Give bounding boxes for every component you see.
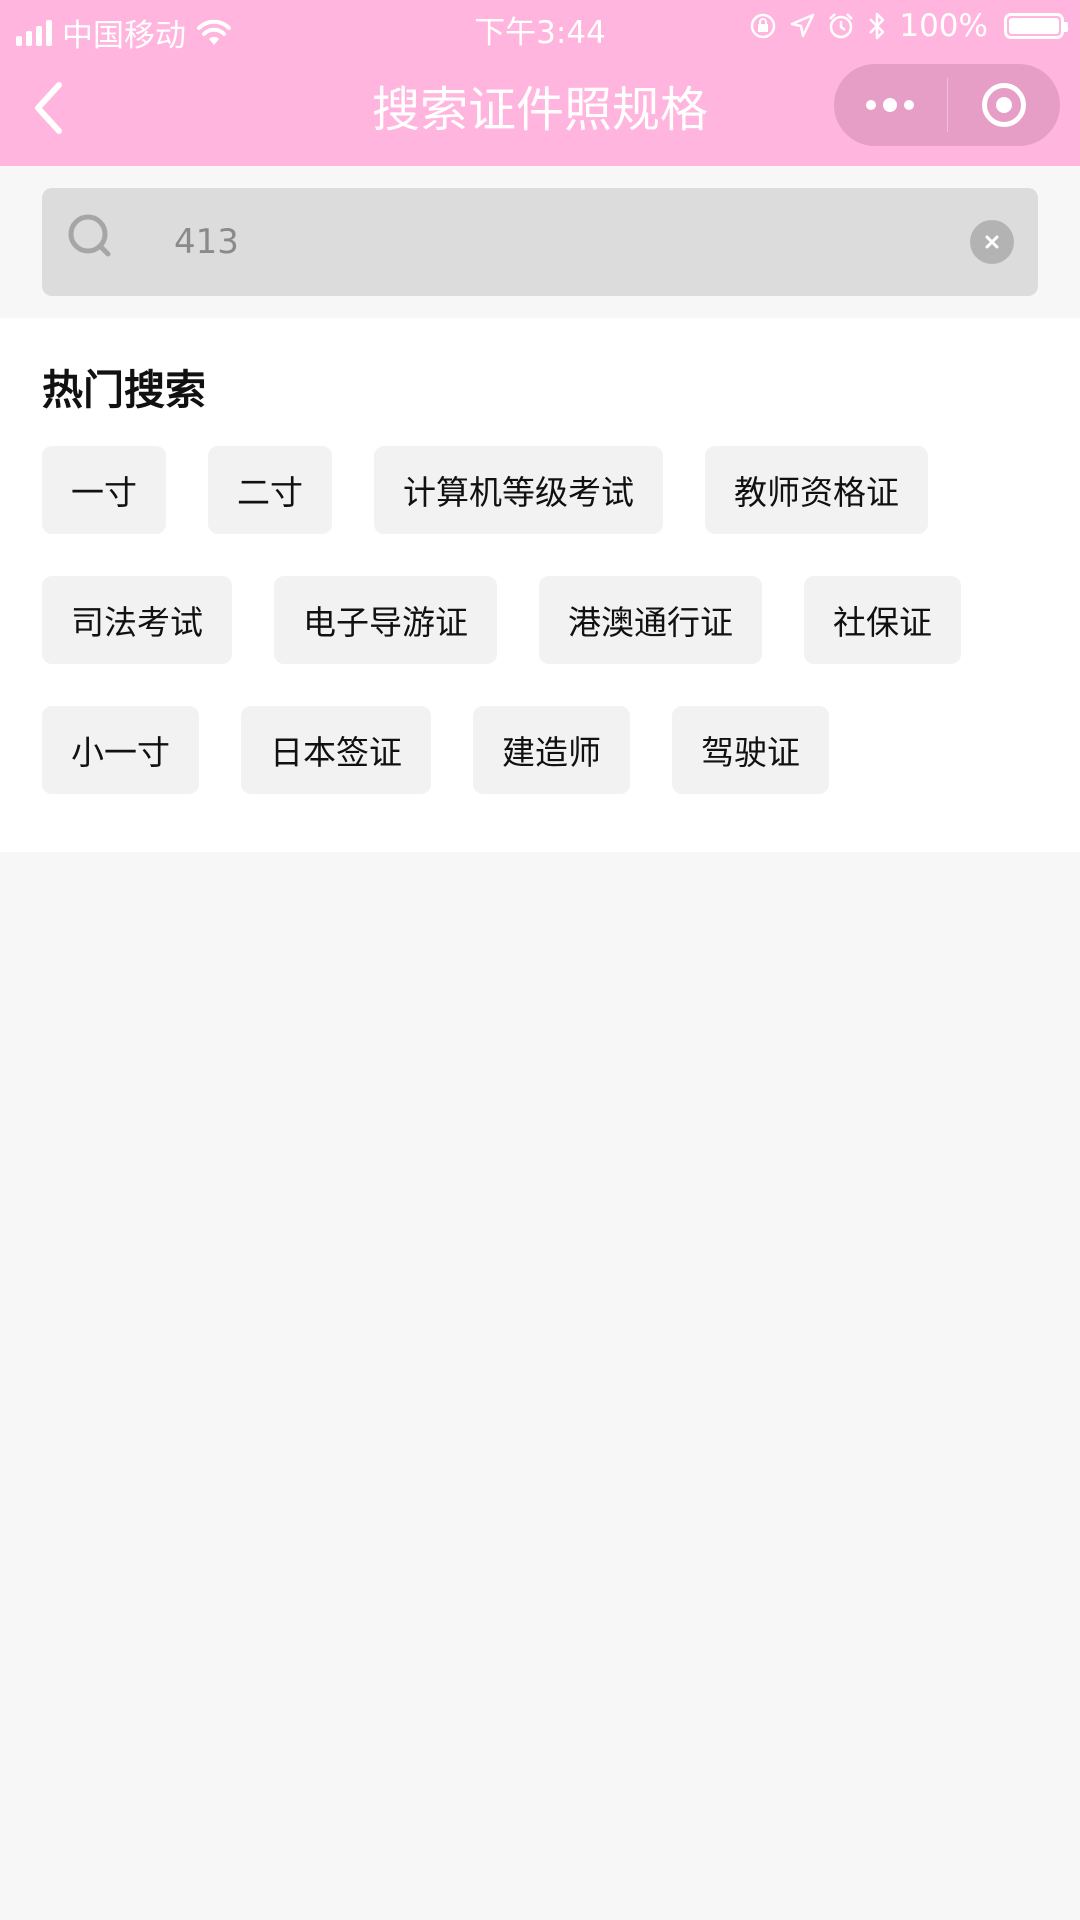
lock-rotation-icon — [751, 13, 776, 39]
hot-tag[interactable]: 驾驶证 — [672, 706, 829, 794]
carrier-label: 中国移动 — [62, 18, 186, 54]
alarm-icon — [829, 13, 854, 39]
battery-percent: 100% — [899, 8, 988, 44]
hot-tag[interactable]: 港澳通行证 — [539, 576, 762, 664]
target-icon — [981, 83, 1026, 127]
hot-search-title: 热门搜索 — [42, 366, 206, 414]
hot-tag[interactable]: 小一寸 — [42, 706, 199, 794]
hot-search-tags: 一寸 二寸 计算机等级考试 教师资格证 司法考试 电子导游证 港澳通行证 社保证… — [42, 446, 1042, 794]
mini-program-capsule — [834, 64, 1060, 146]
search-input[interactable] — [132, 188, 992, 296]
hot-tag[interactable]: 教师资格证 — [705, 446, 928, 534]
header-bar: 中国移动 下午3:44 100% 搜索证件照规格 — [0, 0, 1080, 166]
back-chevron-icon — [35, 82, 62, 134]
more-dots-icon — [866, 98, 915, 112]
hot-tag[interactable]: 计算机等级考试 — [374, 446, 663, 534]
wifi-icon — [197, 19, 231, 45]
hot-tag[interactable]: 日本签证 — [241, 706, 431, 794]
hot-search-panel: 热门搜索 一寸 二寸 计算机等级考试 教师资格证 司法考试 电子导游证 港澳通行… — [0, 318, 1080, 852]
clear-button[interactable] — [970, 220, 1014, 264]
battery-icon — [1004, 13, 1068, 39]
signal-icon — [16, 19, 52, 46]
hot-tag[interactable]: 二寸 — [208, 446, 332, 534]
status-bar: 中国移动 下午3:44 100% — [0, 0, 1080, 54]
hot-tag[interactable]: 建造师 — [473, 706, 630, 794]
close-mini-program-button[interactable] — [948, 64, 1061, 146]
more-button[interactable] — [834, 64, 947, 146]
hot-tag[interactable]: 社保证 — [804, 576, 961, 664]
bluetooth-icon — [869, 12, 885, 40]
nav-bar: 搜索证件照规格 — [0, 54, 1080, 166]
location-icon — [791, 13, 815, 38]
status-left: 中国移动 — [16, 10, 232, 55]
hot-tag[interactable]: 司法考试 — [42, 576, 232, 664]
hot-tag[interactable]: 一寸 — [42, 446, 166, 534]
hot-tag[interactable]: 电子导游证 — [274, 576, 497, 664]
clear-icon — [985, 235, 999, 249]
back-button[interactable] — [18, 78, 78, 138]
status-right: 100% — [749, 8, 1068, 44]
search-box — [42, 188, 1038, 296]
search-icon — [68, 214, 111, 257]
search-area — [0, 166, 1080, 318]
